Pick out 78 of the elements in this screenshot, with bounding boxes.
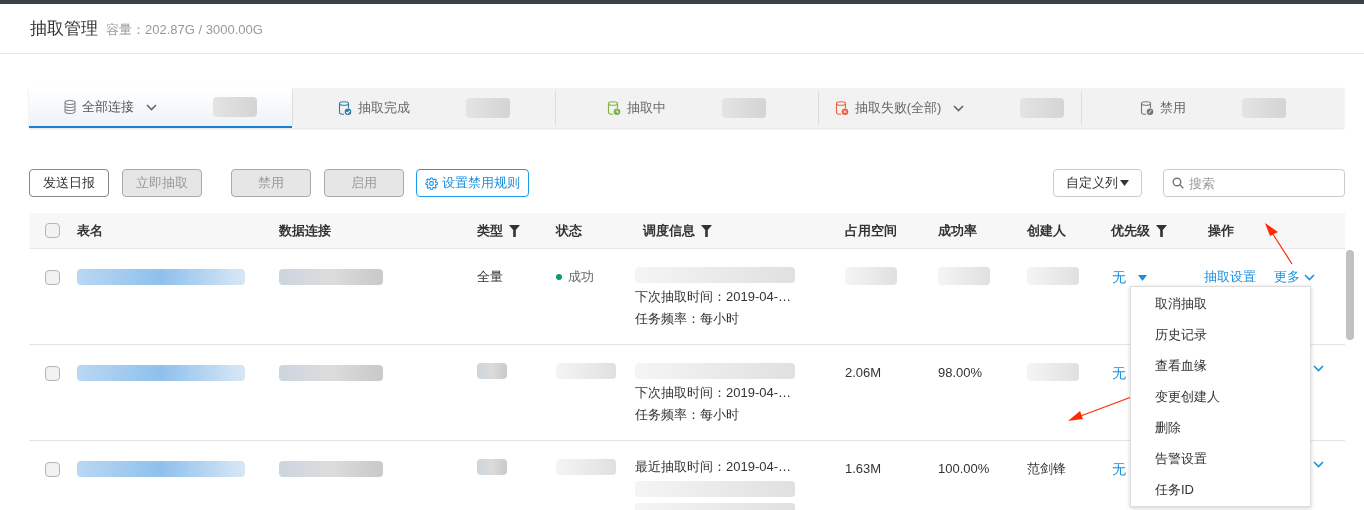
search-icon: [1172, 177, 1184, 189]
menu-item[interactable]: 历史记录: [1131, 319, 1310, 350]
blurred-block: [1027, 363, 1079, 381]
toolbar-button[interactable]: 发送日报: [29, 169, 109, 197]
blurred-block: [465, 98, 510, 118]
blurred-block: [477, 459, 507, 475]
column-header: 优先级: [1111, 221, 1150, 240]
blurred-block: [1241, 98, 1286, 118]
success-rate-text: 100.00%: [938, 461, 990, 476]
column-header: 类型: [477, 221, 503, 240]
blurred-block: [556, 363, 616, 379]
column-header: 数据连接: [279, 221, 331, 240]
blurred-block: [722, 98, 766, 118]
menu-item[interactable]: 取消抽取: [1131, 288, 1310, 319]
filter-icon[interactable]: [509, 224, 520, 237]
action-link[interactable]: 更多: [1274, 267, 1300, 287]
filter-tab[interactable]: 抽取完成: [292, 88, 555, 128]
blurred-block: [556, 459, 616, 475]
filter-icon[interactable]: [1156, 224, 1167, 237]
blurred-block: [477, 363, 507, 379]
toolbar-button: 启用: [324, 169, 404, 197]
type-text: 全量: [477, 269, 503, 284]
column-header: 操作: [1208, 221, 1234, 240]
filter-tab[interactable]: 禁用: [1081, 88, 1344, 128]
caret-down-icon[interactable]: [1138, 274, 1147, 281]
priority-text: 无: [1112, 364, 1126, 383]
capacity-text: 容量：202.87G / 3000.00G: [106, 20, 263, 39]
checkbox[interactable]: [45, 366, 60, 381]
settings-icon: [425, 176, 438, 190]
schedule-text: 下次抽取时间：2019-04-…: [635, 289, 793, 305]
filter-tab[interactable]: 全部连接: [29, 88, 292, 128]
page-title: 抽取管理: [30, 17, 98, 40]
priority-text: 无: [1112, 460, 1126, 479]
column-header: 创建人: [1027, 221, 1066, 240]
database-icon: [64, 100, 76, 114]
schedule-text: 任务频率：每小时: [635, 311, 740, 327]
size-text: 2.06M: [845, 365, 882, 380]
checkbox[interactable]: [45, 270, 60, 285]
checkbox[interactable]: [45, 462, 60, 477]
column-header: 成功率: [938, 221, 977, 240]
column-header: 状态: [556, 221, 582, 240]
blurred-block: [1027, 267, 1079, 285]
creator-text: 范剑锋: [1027, 461, 1066, 476]
toolbar-button: 立即抽取: [122, 169, 202, 197]
size-text: 1.63M: [845, 461, 882, 476]
caret-down-icon: [1120, 180, 1129, 186]
menu-item[interactable]: 变更创建人: [1131, 381, 1310, 412]
column-header: 表名: [77, 221, 103, 240]
blurred-block: [845, 267, 897, 285]
schedule-text: 下次抽取时间：2019-04-…: [635, 385, 793, 401]
blurred-block: [213, 97, 257, 117]
column-header: 调度信息: [643, 221, 695, 240]
blurred-block: [938, 267, 990, 285]
menu-item[interactable]: 查看血缘: [1131, 350, 1310, 381]
blurred-block: [1020, 98, 1065, 118]
menu-item[interactable]: 删除: [1131, 412, 1310, 443]
database-error-icon: [834, 100, 849, 116]
checkbox[interactable]: [45, 223, 60, 238]
schedule-text: 任务频率：每小时: [635, 407, 740, 423]
chevron-down-icon: [1304, 274, 1315, 282]
status-text: 成功: [568, 268, 594, 286]
search-field[interactable]: 搜索: [1163, 169, 1345, 197]
action-link[interactable]: 抽取设置: [1204, 267, 1256, 287]
column-header: 占用空间: [845, 221, 897, 240]
priority-text: 无: [1112, 268, 1126, 287]
menu-item[interactable]: 任务ID: [1131, 474, 1310, 505]
settings-button[interactable]: 设置禁用规则: [416, 169, 529, 197]
database-check-icon: [337, 100, 352, 116]
filter-tab[interactable]: 抽取中: [555, 88, 818, 128]
toolbar-button: 禁用: [231, 169, 311, 197]
filter-tab[interactable]: 抽取失败(全部): [818, 88, 1081, 128]
menu-item[interactable]: 告警设置: [1131, 443, 1310, 474]
success-rate-text: 98.00%: [938, 365, 983, 380]
schedule-text: 最近抽取时间：2019-04-…: [635, 459, 793, 475]
custom-columns-dropdown[interactable]: 自定义列: [1053, 169, 1142, 197]
filter-icon[interactable]: [701, 224, 712, 237]
database-clock-icon: [607, 100, 621, 116]
database-blocked-icon: [1139, 100, 1154, 116]
